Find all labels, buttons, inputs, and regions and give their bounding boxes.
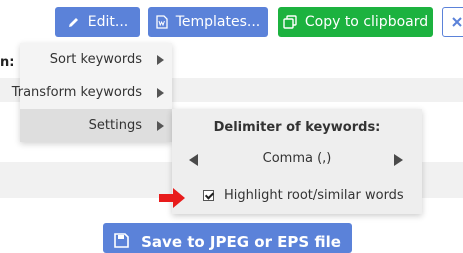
- menu-item-sort-keywords[interactable]: Sort keywords: [20, 43, 172, 76]
- menu-item-transform-keywords[interactable]: Transform keywords: [12, 76, 172, 109]
- edit-button-label: Edit...: [87, 14, 129, 30]
- delimiter-value: Comma (,): [262, 151, 332, 166]
- cut-off-button[interactable]: [442, 7, 463, 37]
- x-icon: [452, 17, 462, 27]
- save-button-label: Save to JPEG or EPS file: [141, 233, 341, 251]
- menu-item-settings[interactable]: Settings: [20, 109, 172, 142]
- red-arrow-icon: [158, 187, 186, 213]
- menu-item-label: Transform keywords: [11, 85, 142, 100]
- copy-icon: [283, 15, 297, 29]
- chevron-right-icon[interactable]: [394, 154, 403, 166]
- copy-to-clipboard-button[interactable]: Copy to clipboard: [278, 7, 433, 37]
- copy-button-label: Copy to clipboard: [304, 14, 429, 30]
- chevron-right-icon: [157, 87, 164, 98]
- settings-submenu: Delimiter of keywords: Comma (,) Highlig…: [172, 109, 422, 214]
- templates-button-label: Templates...: [175, 14, 261, 30]
- highlight-option[interactable]: Highlight root/similar words: [203, 188, 404, 203]
- pencil-icon: [67, 16, 80, 29]
- document-icon: [156, 15, 168, 29]
- form-label-fragment: n:: [0, 55, 15, 70]
- delimiter-title: Delimiter of keywords:: [213, 120, 381, 135]
- save-to-file-button[interactable]: Save to JPEG or EPS file: [103, 223, 352, 253]
- edit-button[interactable]: Edit...: [55, 7, 140, 37]
- floppy-disk-icon: [114, 233, 129, 248]
- templates-button[interactable]: Templates...: [148, 7, 268, 37]
- highlight-label: Highlight root/similar words: [224, 188, 404, 203]
- delimiter-selector: Comma (,): [172, 149, 422, 169]
- menu-item-label: Sort keywords: [49, 52, 142, 67]
- highlight-checkbox[interactable]: [203, 190, 214, 201]
- edit-dropdown-menu: Sort keywords Transform keywords Setting…: [12, 43, 172, 142]
- chevron-right-icon: [157, 120, 164, 131]
- menu-item-label: Settings: [88, 118, 142, 133]
- chevron-right-icon: [157, 54, 164, 65]
